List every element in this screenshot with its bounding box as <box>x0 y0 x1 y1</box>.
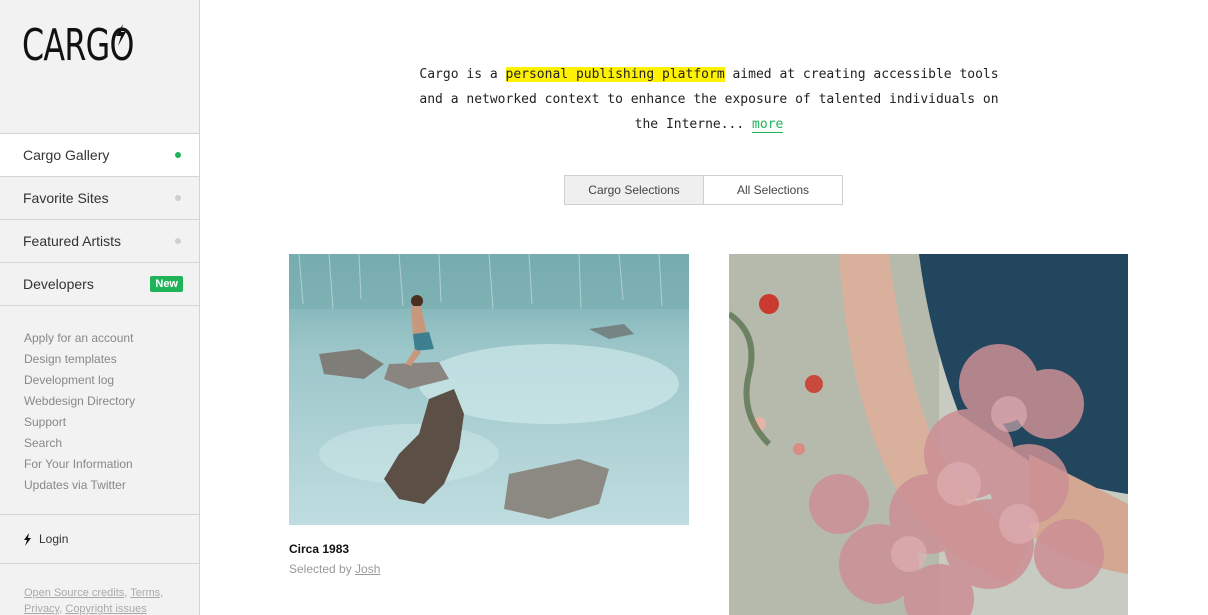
cargo-logo[interactable]: CARGO <box>22 22 177 70</box>
sidebar-item-featured-artists[interactable]: Featured Artists <box>0 220 199 263</box>
sidebar-item-developers[interactable]: Developers New <box>0 263 199 306</box>
sidebar-nav: Cargo Gallery Favorite Sites Featured Ar… <box>0 133 199 306</box>
sidebar-item-cargo-gallery[interactable]: Cargo Gallery <box>0 134 199 177</box>
link-search[interactable]: Search <box>24 433 135 454</box>
more-link[interactable]: more <box>752 117 784 133</box>
login-label: Login <box>39 532 69 546</box>
new-badge: New <box>150 276 183 292</box>
sidebar-item-label: Cargo Gallery <box>23 147 110 163</box>
sidebar-item-favorite-sites[interactable]: Favorite Sites <box>0 177 199 220</box>
link-design-templates[interactable]: Design templates <box>24 349 135 370</box>
gallery-item-title[interactable]: Circa 1983 <box>289 542 349 556</box>
link-terms[interactable]: Terms <box>130 587 160 599</box>
link-copyright-issues[interactable]: Copyright issues <box>65 603 146 615</box>
sidebar: CARGO Cargo Gallery Favorite Sites Featu… <box>0 0 200 615</box>
link-apply-account[interactable]: Apply for an account <box>24 328 135 349</box>
sidebar-item-label: Featured Artists <box>23 233 122 249</box>
lightning-bolt-icon <box>116 24 126 46</box>
link-updates-twitter[interactable]: Updates via Twitter <box>24 475 135 496</box>
gallery-item-credit: Selected by Josh <box>289 562 380 576</box>
dot-icon <box>175 195 181 201</box>
selected-by-prefix: Selected by <box>289 562 356 576</box>
gallery-image-1[interactable] <box>289 254 689 525</box>
link-webdesign-directory[interactable]: Webdesign Directory <box>24 391 135 412</box>
intro-prefix: Cargo is a <box>419 67 506 82</box>
dot-icon <box>175 238 181 244</box>
link-for-your-information[interactable]: For Your Information <box>24 454 135 475</box>
intro-text: Cargo is a personal publishing platform … <box>404 62 1014 137</box>
sidebar-item-label: Favorite Sites <box>23 190 109 206</box>
sidebar-item-label: Developers <box>23 276 94 292</box>
link-support[interactable]: Support <box>24 412 135 433</box>
selected-by-link[interactable]: Josh <box>355 562 380 576</box>
footer-links: Open Source credits, Terms, Privacy, Cop… <box>24 587 164 615</box>
link-privacy[interactable]: Privacy <box>24 603 59 615</box>
gallery-image-2[interactable] <box>729 254 1128 615</box>
water-scene-image <box>289 254 689 525</box>
selection-toggle: Cargo Selections All Selections <box>564 175 843 205</box>
tab-all-selections[interactable]: All Selections <box>704 176 842 204</box>
active-dot-icon <box>175 152 181 158</box>
sidebar-links: Apply for an account Design templates De… <box>24 328 135 496</box>
flowers-scene-image <box>729 254 1128 615</box>
tab-cargo-selections[interactable]: Cargo Selections <box>565 176 704 204</box>
login-button[interactable]: Login <box>0 514 199 564</box>
lightning-bolt-icon <box>24 532 31 546</box>
link-open-source-credits[interactable]: Open Source credits <box>24 587 124 599</box>
intro-highlight: personal publishing platform <box>505 67 725 82</box>
link-development-log[interactable]: Development log <box>24 370 135 391</box>
